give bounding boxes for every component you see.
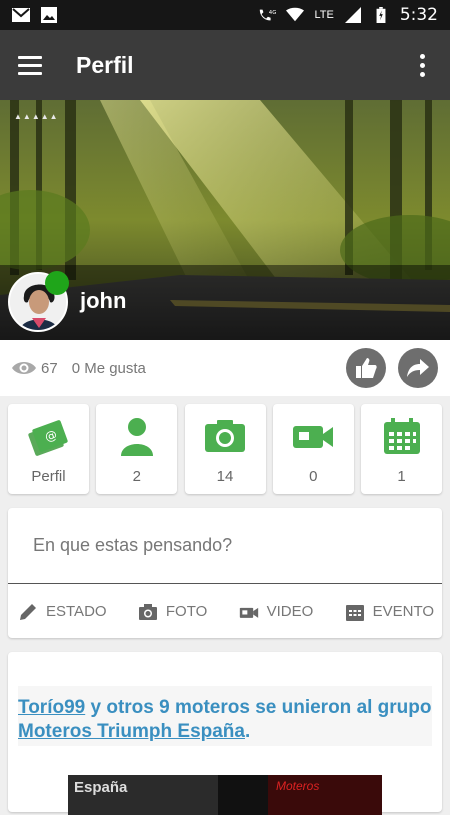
likes-count: 0 Me gusta	[71, 359, 146, 377]
estado-label: ESTADO	[46, 603, 107, 620]
page-title: Perfil	[76, 51, 134, 78]
profile-tiles: @ Perfil 2 14 0 1	[8, 404, 442, 494]
signal-icon	[344, 7, 361, 23]
phone-4g-icon: 4G	[260, 9, 276, 21]
feed-end-text: .	[244, 721, 251, 742]
composer-actions: ESTADO FOTO VIDEO EVENTO	[8, 585, 442, 638]
thumbs-up-icon	[356, 358, 377, 378]
foto-button[interactable]: FOTO	[138, 602, 207, 622]
feed-card: Torío99 y otros 9 moteros se unieron al …	[8, 652, 442, 815]
online-status-dot	[45, 271, 69, 295]
cover-decoration: ▲▲▲▲▲	[14, 112, 59, 121]
wifi-icon	[286, 7, 305, 22]
evento-label: EVENTO	[372, 603, 434, 620]
app-bar: Perfil	[0, 30, 450, 100]
gmail-icon	[12, 8, 30, 22]
feed-group-link[interactable]: Moteros Triumph España	[18, 721, 245, 742]
camera-icon	[138, 603, 157, 620]
feed-user-link[interactable]: Torío99	[18, 697, 85, 718]
tile-photos[interactable]: 14	[184, 404, 266, 494]
profile-username: john	[80, 288, 127, 313]
tile-label: 0	[309, 468, 318, 485]
status-bar: 4G LTE 5:32	[0, 0, 450, 30]
eye-icon	[12, 362, 36, 374]
signal-label: 4G	[269, 10, 276, 16]
profile-card-icon: @	[27, 420, 68, 456]
pencil-icon	[20, 603, 36, 620]
share-arrow-icon	[407, 359, 429, 377]
tile-label: Perfil	[31, 468, 66, 485]
camera-icon	[205, 420, 245, 452]
tile-label: 1	[397, 468, 406, 485]
network-type: LTE	[314, 9, 334, 21]
tile-label: 14	[216, 468, 234, 485]
hamburger-icon[interactable]	[18, 51, 46, 79]
tile-perfil[interactable]: @ Perfil	[8, 404, 89, 494]
calendar-icon	[345, 604, 364, 621]
status-input[interactable]	[8, 508, 442, 584]
foto-label: FOTO	[165, 603, 208, 620]
estado-button[interactable]: ESTADO	[18, 602, 107, 622]
tile-label: 2	[132, 468, 141, 485]
status-left	[12, 7, 58, 23]
video-camera-icon	[293, 426, 334, 448]
feed-image-caption-right: Moteros	[276, 779, 320, 793]
evento-button[interactable]: EVENTO	[345, 602, 434, 622]
post-composer: ESTADO FOTO VIDEO	[8, 508, 442, 638]
tile-friends[interactable]: 2	[96, 404, 178, 494]
video-label: VIDEO	[266, 603, 314, 620]
profile-stats-row: 67 0 Me gusta	[0, 340, 450, 396]
feed-activity-text: Torío99 y otros 9 moteros se unieron al …	[18, 686, 432, 746]
like-button[interactable]	[346, 348, 386, 388]
feed-middle-text: y otros 9 moteros se unieron al grupo	[85, 697, 432, 718]
views-count: 67	[41, 359, 58, 377]
video-button[interactable]: VIDEO	[239, 602, 314, 622]
video-icon	[239, 607, 258, 618]
status-time: 5:32	[399, 5, 438, 25]
share-button[interactable]	[398, 348, 438, 388]
status-right: 4G LTE 5:32	[258, 5, 438, 25]
feed-image-caption-left: España	[74, 779, 128, 796]
feed-group-image[interactable]: España Moteros	[68, 775, 382, 815]
battery-icon	[376, 7, 386, 23]
image-icon	[41, 7, 57, 23]
tile-events[interactable]: 1	[361, 404, 442, 494]
friends-icon	[120, 418, 153, 456]
tile-videos[interactable]: 0	[272, 404, 354, 494]
overflow-menu-icon[interactable]	[412, 51, 432, 79]
calendar-icon	[383, 418, 420, 454]
